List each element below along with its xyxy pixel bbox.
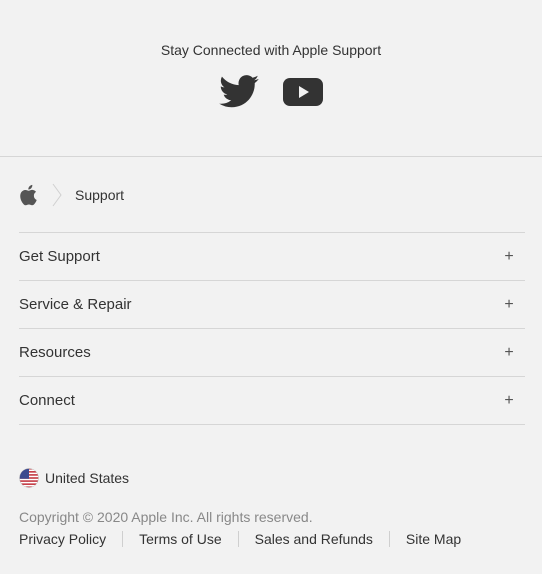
plus-icon[interactable]: +	[504, 344, 514, 361]
accordion-connect[interactable]: Connect +	[19, 377, 525, 425]
plus-icon[interactable]: +	[504, 392, 514, 409]
legal-links: Privacy Policy Terms of Use Sales and Re…	[19, 531, 477, 547]
support-accordion: Get Support + Service & Repair + Resourc…	[19, 232, 525, 425]
apple-icon[interactable]	[19, 184, 37, 206]
breadcrumb-current: Support	[75, 187, 125, 203]
social-section: Stay Connected with Apple Support	[0, 0, 542, 157]
twitter-icon[interactable]	[219, 75, 259, 108]
plus-icon[interactable]: +	[504, 248, 514, 265]
accordion-label: Get Support	[19, 248, 100, 265]
locale-label: United States	[45, 470, 130, 486]
site-map-link[interactable]: Site Map	[388, 531, 477, 547]
plus-icon[interactable]: +	[504, 296, 514, 313]
social-title: Stay Connected with Apple Support	[160, 42, 382, 58]
sales-refunds-link[interactable]: Sales and Refunds	[237, 531, 389, 547]
accordion-resources[interactable]: Resources +	[19, 329, 525, 377]
social-icons	[0, 75, 542, 108]
youtube-icon[interactable]	[283, 77, 323, 106]
copyright-text: Copyright © 2020 Apple Inc. All rights r…	[19, 509, 313, 525]
terms-of-use-link[interactable]: Terms of Use	[122, 531, 237, 547]
chevron-right-icon	[52, 183, 62, 207]
breadcrumb: Support	[19, 181, 124, 209]
accordion-label: Service & Repair	[19, 296, 132, 313]
locale-selector[interactable]: United States	[19, 468, 129, 488]
accordion-label: Connect	[19, 392, 75, 409]
accordion-label: Resources	[19, 344, 91, 361]
privacy-policy-link[interactable]: Privacy Policy	[19, 531, 122, 547]
us-flag-icon	[19, 468, 39, 488]
accordion-get-support[interactable]: Get Support +	[19, 233, 525, 281]
accordion-service-repair[interactable]: Service & Repair +	[19, 281, 525, 329]
